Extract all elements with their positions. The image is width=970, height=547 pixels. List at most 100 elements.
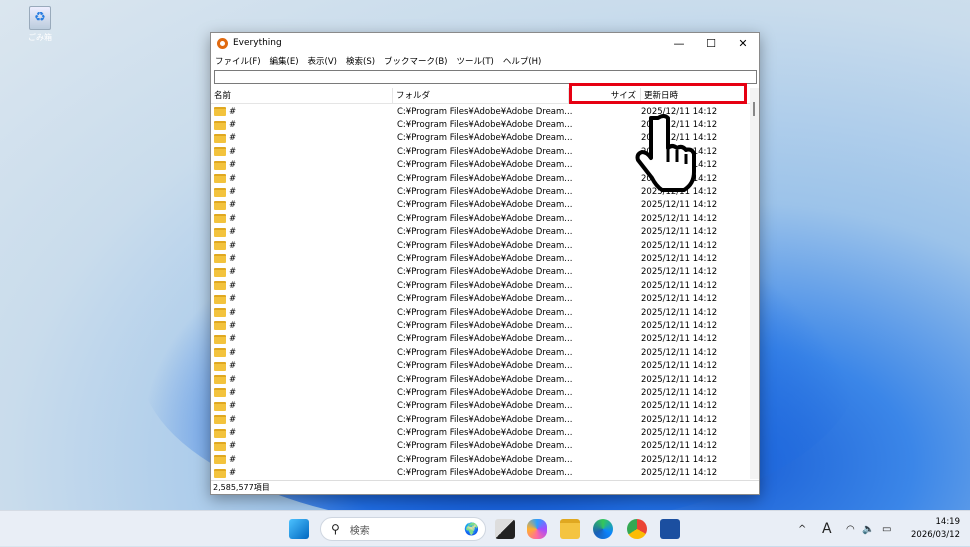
taskbar-search[interactable]: ⚲ 検索 🌍	[320, 517, 486, 541]
folder-icon	[214, 187, 226, 197]
scrollbar-thumb[interactable]	[753, 102, 755, 116]
table-row[interactable]: # C:¥Program Files¥Adobe¥Adobe Dream... …	[211, 440, 751, 453]
cell-folder: C:¥Program Files¥Adobe¥Adobe Dream...	[397, 361, 573, 372]
clock[interactable]: 14:19 2026/03/12	[911, 516, 960, 542]
store-icon[interactable]	[660, 519, 680, 539]
folder-icon	[214, 227, 226, 237]
menu-bookmarks[interactable]: ブックマーク(B)	[384, 55, 447, 67]
ime-indicator[interactable]: A	[822, 511, 832, 547]
desktop-icon-recycle-bin[interactable]: ♻ ごみ箱	[22, 6, 58, 43]
folder-icon	[214, 415, 226, 425]
edge-icon[interactable]	[593, 519, 613, 539]
folder-icon	[214, 348, 226, 358]
table-row[interactable]: # C:¥Program Files¥Adobe¥Adobe Dream... …	[211, 212, 751, 225]
menu-bar: ファイル(F) 編集(E) 表示(V) 検索(S) ブックマーク(B) ツール(…	[211, 53, 759, 69]
folder-icon	[214, 375, 226, 384]
cell-folder: C:¥Program Files¥Adobe¥Adobe Dream...	[397, 347, 573, 358]
chrome-icon[interactable]	[627, 519, 647, 539]
cell-modified: 2025/12/11 14:12	[641, 374, 718, 385]
file-name: #	[229, 146, 237, 157]
start-icon[interactable]	[289, 519, 309, 539]
cell-modified: 2025/12/11 14:12	[641, 361, 718, 372]
folder-icon	[214, 468, 226, 478]
table-row[interactable]: # C:¥Program Files¥Adobe¥Adobe Dream... …	[211, 413, 751, 426]
table-row[interactable]: # C:¥Program Files¥Adobe¥Adobe Dream... …	[211, 266, 751, 279]
column-header-name[interactable]: 名前	[211, 88, 393, 103]
table-row[interactable]: # C:¥Program Files¥Adobe¥Adobe Dream... …	[211, 359, 751, 372]
folder-icon	[214, 334, 226, 344]
table-row[interactable]: # C:¥Program Files¥Adobe¥Adobe Dream... …	[211, 426, 751, 439]
cell-modified: 2025/12/11 14:12	[641, 334, 718, 345]
menu-search[interactable]: 検索(S)	[346, 55, 375, 67]
folder-icon	[214, 388, 226, 398]
file-name: #	[229, 106, 237, 117]
task-view-icon[interactable]	[495, 519, 515, 539]
folder-icon	[214, 241, 226, 251]
cell-name: #	[211, 267, 393, 277]
battery-icon[interactable]: ▭	[882, 511, 891, 547]
folder-icon	[214, 455, 226, 465]
cell-name: #	[211, 401, 393, 411]
cell-name: #	[211, 361, 393, 371]
folder-icon	[214, 120, 226, 130]
vertical-scrollbar[interactable]	[750, 88, 759, 479]
wifi-icon[interactable]: ◠	[846, 511, 855, 547]
volume-icon[interactable]: 🔈	[862, 511, 874, 547]
cell-folder: C:¥Program Files¥Adobe¥Adobe Dream...	[397, 428, 573, 439]
minimize-button[interactable]: —	[663, 37, 695, 50]
table-row[interactable]: # C:¥Program Files¥Adobe¥Adobe Dream... …	[211, 373, 751, 386]
table-row[interactable]: # C:¥Program Files¥Adobe¥Adobe Dream... …	[211, 199, 751, 212]
folder-icon	[214, 107, 226, 117]
folder-icon	[214, 441, 226, 451]
file-name: #	[229, 307, 237, 318]
cell-name: #	[211, 254, 393, 264]
table-row[interactable]: # C:¥Program Files¥Adobe¥Adobe Dream... …	[211, 319, 751, 332]
menu-view[interactable]: 表示(V)	[308, 55, 337, 67]
cell-name: #	[211, 415, 393, 425]
table-row[interactable]: # C:¥Program Files¥Adobe¥Adobe Dream... …	[211, 400, 751, 413]
maximize-button[interactable]: ☐	[695, 37, 727, 50]
menu-edit[interactable]: 編集(E)	[270, 55, 299, 67]
cell-folder: C:¥Program Files¥Adobe¥Adobe Dream...	[397, 253, 573, 264]
table-row[interactable]: # C:¥Program Files¥Adobe¥Adobe Dream... …	[211, 346, 751, 359]
menu-file[interactable]: ファイル(F)	[215, 55, 261, 67]
cell-folder: C:¥Program Files¥Adobe¥Adobe Dream...	[397, 227, 573, 238]
folder-icon	[214, 321, 226, 331]
table-row[interactable]: # C:¥Program Files¥Adobe¥Adobe Dream... …	[211, 306, 751, 319]
menu-tools[interactable]: ツール(T)	[457, 55, 494, 67]
table-row[interactable]: # C:¥Program Files¥Adobe¥Adobe Dream... …	[211, 239, 751, 252]
cell-folder: C:¥Program Files¥Adobe¥Adobe Dream...	[397, 240, 573, 251]
cell-folder: C:¥Program Files¥Adobe¥Adobe Dream...	[397, 414, 573, 425]
folder-icon	[214, 281, 226, 291]
table-row[interactable]: # C:¥Program Files¥Adobe¥Adobe Dream... …	[211, 467, 751, 479]
table-row[interactable]: # C:¥Program Files¥Adobe¥Adobe Dream... …	[211, 226, 751, 239]
table-row[interactable]: # C:¥Program Files¥Adobe¥Adobe Dream... …	[211, 453, 751, 466]
file-explorer-icon[interactable]	[560, 519, 580, 539]
search-input[interactable]	[214, 70, 757, 84]
cell-folder: C:¥Program Files¥Adobe¥Adobe Dream...	[397, 307, 573, 318]
clock-time: 14:19	[935, 517, 961, 527]
cell-modified: 2025/12/11 14:12	[641, 347, 718, 358]
table-row[interactable]: # C:¥Program Files¥Adobe¥Adobe Dream... …	[211, 333, 751, 346]
table-row[interactable]: # C:¥Program Files¥Adobe¥Adobe Dream... …	[211, 292, 751, 305]
table-row[interactable]: # C:¥Program Files¥Adobe¥Adobe Dream... …	[211, 386, 751, 399]
title-bar[interactable]: Everything — ☐ ✕	[211, 33, 759, 53]
cell-name: #	[211, 375, 393, 385]
close-button[interactable]: ✕	[727, 37, 759, 50]
column-header-folder[interactable]: フォルダ	[393, 88, 569, 103]
copilot-icon[interactable]	[527, 519, 547, 539]
table-row[interactable]: # C:¥Program Files¥Adobe¥Adobe Dream... …	[211, 252, 751, 265]
cell-folder: C:¥Program Files¥Adobe¥Adobe Dream...	[397, 468, 573, 479]
folder-icon	[214, 267, 226, 277]
cell-name: #	[211, 308, 393, 318]
cell-folder: C:¥Program Files¥Adobe¥Adobe Dream...	[397, 146, 573, 157]
window-title: Everything	[233, 38, 282, 48]
file-name: #	[229, 294, 237, 305]
tray-overflow-icon[interactable]: ^	[798, 511, 806, 547]
cell-folder: C:¥Program Files¥Adobe¥Adobe Dream...	[397, 374, 573, 385]
menu-help[interactable]: ヘルプ(H)	[503, 55, 542, 67]
folder-icon	[214, 200, 226, 210]
table-row[interactable]: # C:¥Program Files¥Adobe¥Adobe Dream... …	[211, 279, 751, 292]
file-name: #	[229, 428, 237, 439]
cell-folder: C:¥Program Files¥Adobe¥Adobe Dream...	[397, 401, 573, 412]
